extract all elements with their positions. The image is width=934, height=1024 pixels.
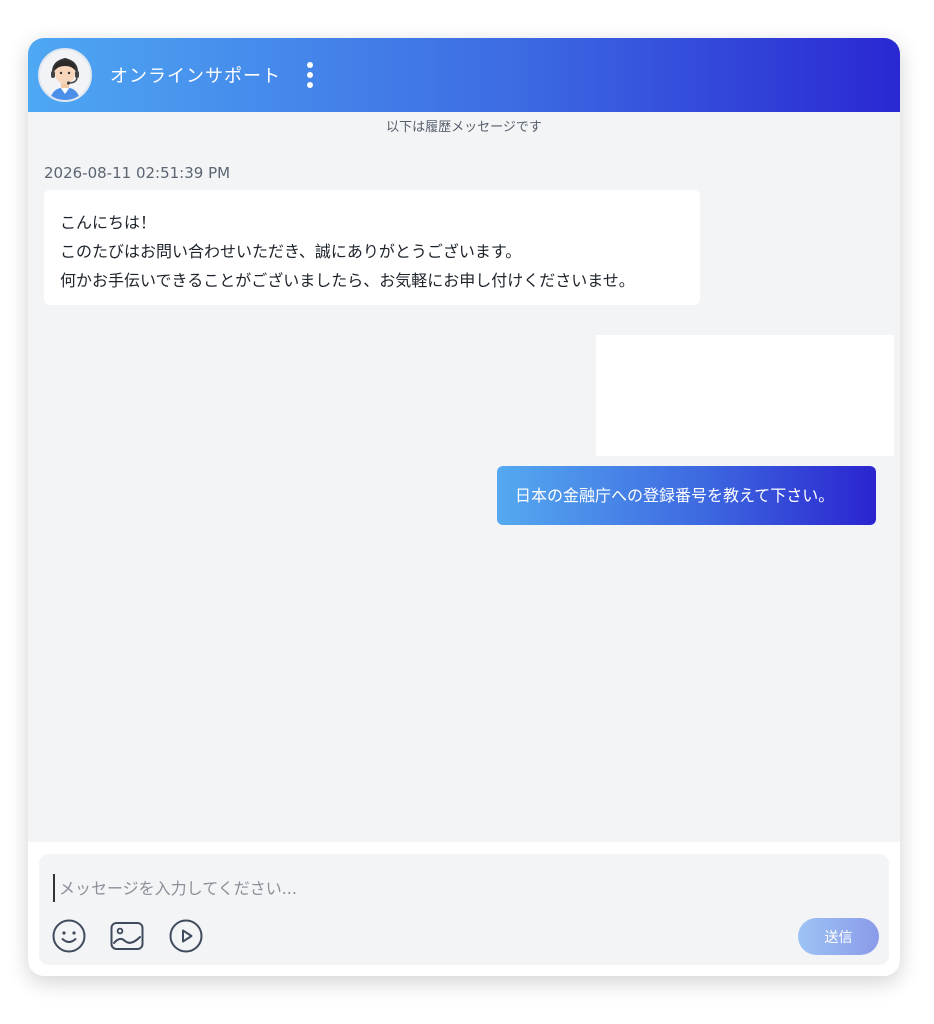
composer-area: 送信 [28,842,900,976]
message-input[interactable] [53,874,759,902]
image-icon[interactable] [109,918,145,954]
agent-message-line: こんにちは！ [60,213,157,232]
send-button[interactable]: 送信 [798,918,879,955]
user-message-bubble: 日本の金融庁への登録番号を教えて下さい。 [497,466,876,525]
history-note: 以下は履歴メッセージです [386,120,542,135]
emoji-icon[interactable] [51,918,87,954]
chat-window: オンラインサポート 以下は履歴メッセージです 2026-08-11 02:51:… [28,38,900,976]
user-image-message[interactable] [596,335,894,456]
support-agent-avatar [38,48,92,102]
chat-header: オンラインサポート [28,38,900,112]
message-composer: 送信 [39,854,889,965]
message-timestamp: 2026-08-11 02:51:39 PM [44,164,231,182]
header-title: オンラインサポート [110,66,281,87]
video-icon[interactable] [168,918,204,954]
more-vertical-icon[interactable] [298,60,322,90]
agent-message-line: このたびはお問い合わせいただき、誠にありがとうございます。 [60,242,522,261]
agent-message-line: 何かお手伝いできることがございましたら、お気軽にお申し付けくださいませ。 [60,271,635,290]
agent-message-bubble: こんにちは！ このたびはお問い合わせいただき、誠にありがとうございます。 何かお… [44,190,700,305]
